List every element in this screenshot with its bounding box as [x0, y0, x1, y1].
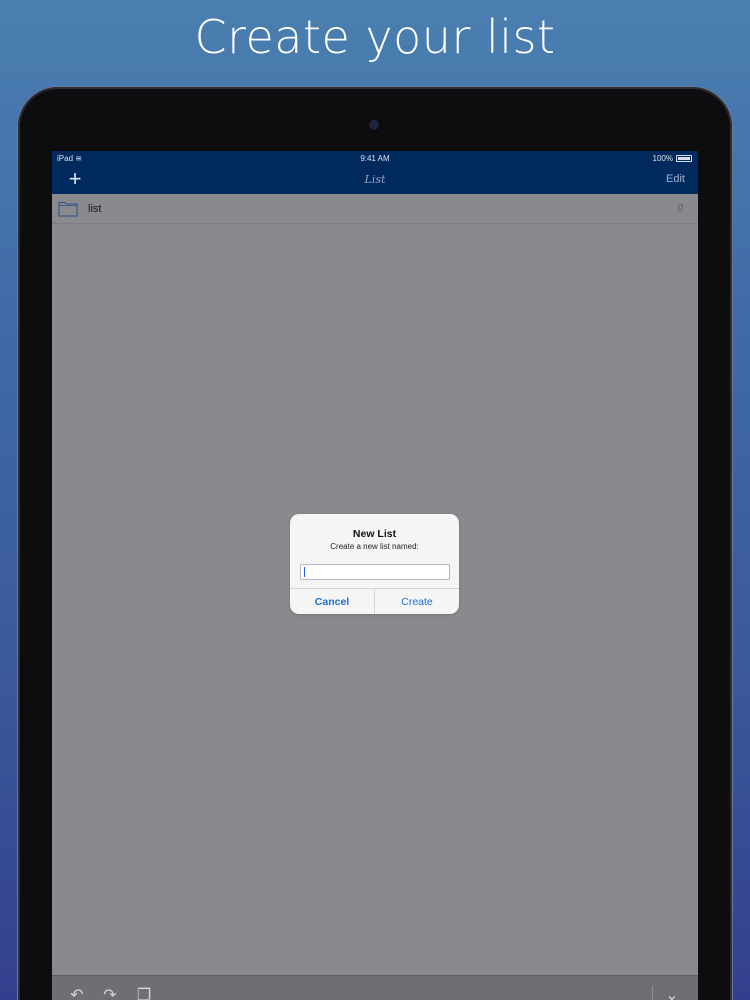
- new-list-alert: New List Create a new list named: Cancel…: [290, 514, 459, 614]
- alert-actions: Cancel Create: [290, 588, 459, 614]
- front-camera: [369, 120, 379, 130]
- alert-message: Create a new list named:: [330, 542, 419, 551]
- toolbar-divider: [652, 986, 653, 1000]
- edit-button[interactable]: Edit: [666, 173, 685, 185]
- chevron-down-icon[interactable]: ⌄: [662, 986, 682, 1000]
- navigation-bar: + List Edit: [52, 166, 698, 194]
- bottom-toolbar: ↶ ↷ ❐ ⌄: [52, 975, 698, 1000]
- alert-title: New List: [352, 528, 397, 540]
- ipad-frame: iPad ≅ 9:41 AM 100% + List Edit list 0 N…: [18, 87, 732, 1000]
- battery-status: 100%: [653, 154, 692, 163]
- list-item-count: 0: [677, 203, 683, 214]
- status-bar: iPad ≅ 9:41 AM 100%: [52, 151, 698, 166]
- undo-icon[interactable]: ↶: [67, 986, 87, 1000]
- battery-icon: [676, 155, 692, 162]
- nav-title: List: [364, 173, 386, 186]
- redo-icon[interactable]: ↷: [100, 986, 120, 1000]
- list-item[interactable]: list 0: [52, 194, 698, 224]
- promo-headline: Create your list: [194, 10, 556, 64]
- folder-icon: [58, 200, 78, 222]
- create-button[interactable]: Create: [375, 589, 459, 614]
- status-time: 9:41 AM: [360, 154, 390, 163]
- list-name-input[interactable]: [300, 564, 450, 580]
- cancel-button[interactable]: Cancel: [290, 589, 374, 614]
- plus-icon: +: [68, 166, 82, 191]
- battery-percent: 100%: [652, 154, 673, 163]
- list-item-label: list: [88, 203, 102, 215]
- add-list-button[interactable]: +: [66, 167, 84, 191]
- text-cursor: [304, 567, 305, 577]
- copy-icon[interactable]: ❐: [134, 986, 154, 1000]
- app-screen: iPad ≅ 9:41 AM 100% + List Edit list 0 N…: [52, 151, 698, 1000]
